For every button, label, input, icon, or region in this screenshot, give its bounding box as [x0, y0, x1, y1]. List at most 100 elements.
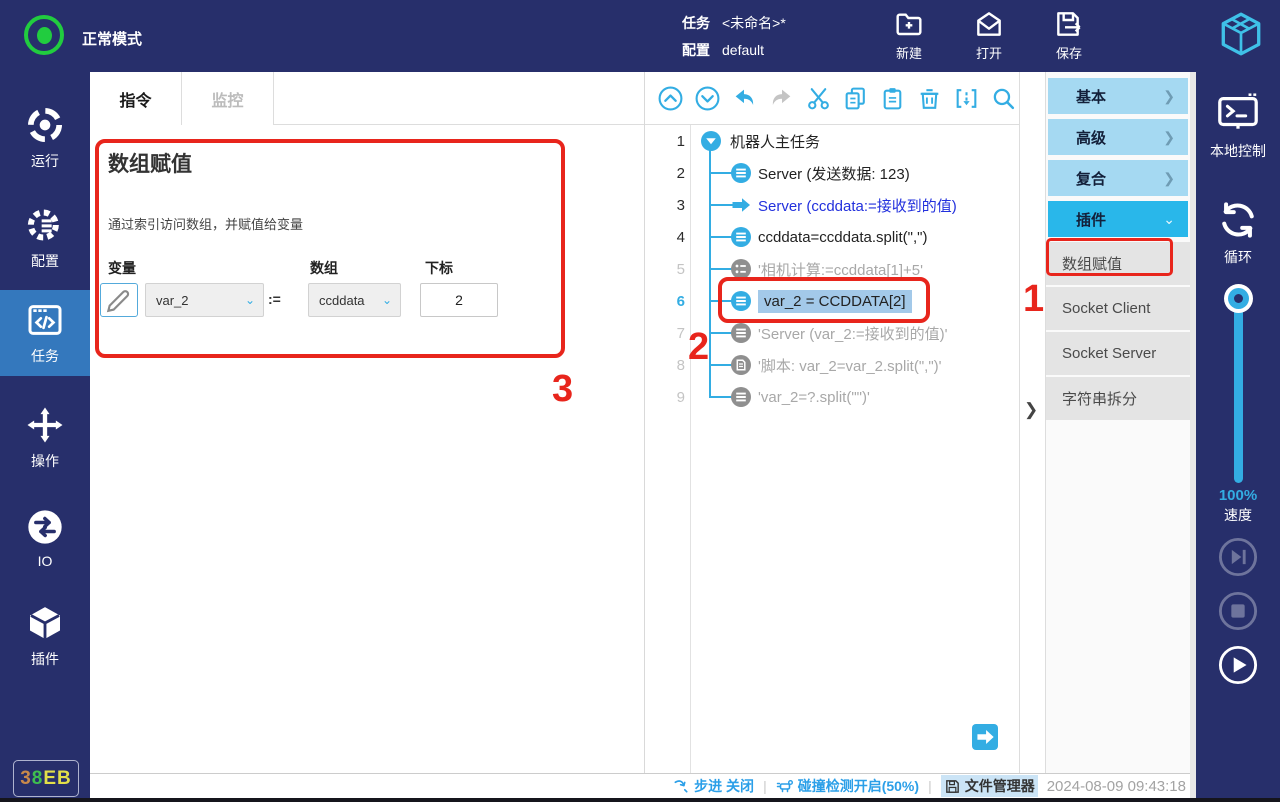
tree-row-1[interactable]: 1机器人主任务: [645, 125, 1020, 157]
category-label: 高级: [1076, 127, 1106, 148]
variable-select[interactable]: var_2 ⌄: [145, 283, 264, 317]
variable-label: 变量: [108, 258, 136, 278]
tree-row-8[interactable]: 8'脚本: var_2=var_2.split(",")': [645, 349, 1020, 381]
sidebar-item-label: IO: [38, 553, 53, 569]
insert-icon[interactable]: [953, 85, 980, 112]
status-bar: 步进 关闭 | 碰撞检测开启(50%) | 文件管理器 2024-08-09 0…: [90, 773, 1190, 798]
line-number: 7: [645, 325, 685, 342]
move-up-icon[interactable]: [657, 85, 684, 112]
mode-label: 正常模式: [82, 28, 142, 49]
assign-symbol: :=: [268, 291, 281, 307]
file-manager-icon: [944, 778, 961, 795]
tree-row-5[interactable]: 5'相机计算:=ccddata[1]+5': [645, 253, 1020, 285]
plugin-item[interactable]: 数组赋值: [1046, 242, 1190, 285]
copy-icon[interactable]: [842, 85, 869, 112]
category-高级[interactable]: 高级❯: [1048, 119, 1188, 155]
plugin-item[interactable]: Socket Client: [1046, 287, 1190, 330]
redo-icon[interactable]: [768, 85, 795, 112]
tree-row-text: Server (ccddata:=接收到的值): [758, 195, 957, 216]
chevron-down-icon: ⌄: [1163, 211, 1175, 228]
delete-icon[interactable]: [916, 85, 943, 112]
panel-description: 通过索引访问数组，并赋值给变量: [108, 214, 303, 233]
tree-row-4[interactable]: 4 ccddata=ccddata.split(","): [645, 221, 1020, 253]
category-复合[interactable]: 复合 ❯: [1048, 160, 1188, 196]
config-value: default: [722, 42, 764, 58]
instruction-panel: 指令 监控 数组赋值 通过索引访问数组，并赋值给变量 变量 数组 下标 var_…: [90, 72, 645, 773]
tab-instruction[interactable]: 指令: [90, 72, 182, 125]
undo-icon[interactable]: [731, 85, 758, 112]
paste-icon[interactable]: [879, 85, 906, 112]
tree-row-text: ccddata=ccddata.split(","): [758, 229, 927, 246]
tab-spacer: [274, 72, 644, 125]
new-task-button[interactable]: 新建: [880, 8, 938, 62]
collision-detect-toggle[interactable]: 碰撞检测开启(50%): [776, 776, 919, 796]
play-button[interactable]: [1218, 645, 1258, 685]
tree-row-7[interactable]: 7'Server (var_2:=接收到的值)': [645, 317, 1020, 349]
category-插件[interactable]: 插件⌄: [1048, 201, 1188, 237]
save-task-button[interactable]: 保存: [1040, 8, 1098, 62]
sidebar-item-operate[interactable]: 操作: [0, 395, 90, 481]
chevron-right-icon: ❯: [1163, 170, 1175, 187]
speed-slider-track[interactable]: [1234, 298, 1243, 483]
local-control-icon[interactable]: [1215, 90, 1261, 136]
calc-node-icon: [730, 258, 752, 280]
lines-node-icon: [730, 162, 752, 184]
action-label: 新建: [896, 43, 922, 62]
program-tree-panel: 1机器人主任务2Server (发送数据: 123) 3 Server (ccdda…: [645, 72, 1020, 773]
script-node-icon: [730, 354, 752, 376]
line-number: 4: [645, 229, 685, 246]
sidebar-item-label: 操作: [31, 451, 59, 471]
plugin-item[interactable]: 字符串拆分: [1046, 377, 1190, 420]
sidebar-item-config[interactable]: 配置: [0, 195, 90, 281]
step-icon: [673, 778, 690, 795]
clock: 2024-08-09 09:43:18: [1047, 778, 1186, 795]
tree-row-9[interactable]: 9'var_2=?.split("")': [645, 381, 1020, 413]
plugin-item-label: Socket Server: [1062, 345, 1156, 362]
io-icon: [25, 507, 65, 547]
move-down-icon[interactable]: [694, 85, 721, 112]
speed-slider-knob[interactable]: [1224, 284, 1253, 313]
cut-icon[interactable]: [805, 85, 832, 112]
command-library-panel: 基本❯高级❯复合❯插件⌄数组赋值Socket ClientSocket Serv…: [1045, 72, 1190, 773]
sidebar-item-plugin[interactable]: 插件: [0, 593, 90, 679]
right-rail: 本地控制 循环 100% 速度: [1190, 72, 1280, 798]
array-select-value: ccddata: [319, 293, 365, 308]
file-manager-button[interactable]: 文件管理器: [941, 775, 1038, 797]
config-label: 配置: [682, 40, 710, 60]
edit-variable-button[interactable]: [100, 283, 138, 317]
plugin-item-label: 字符串拆分: [1062, 388, 1137, 409]
tree-row-3[interactable]: 3 Server (ccddata:=接收到的值): [645, 189, 1020, 221]
panel-collapse-strip: ❯: [1020, 72, 1045, 773]
tree-row-2[interactable]: 2Server (发送数据: 123): [645, 157, 1020, 189]
collapse-chevron-icon[interactable]: ❯: [1024, 400, 1038, 420]
category-基本[interactable]: 基本❯: [1048, 78, 1188, 114]
line-number: 3: [645, 197, 685, 214]
category-label: 复合: [1076, 168, 1106, 189]
stop-button[interactable]: [1218, 591, 1258, 631]
sidebar-item-task[interactable]: 任务: [0, 290, 90, 376]
line-number: 9: [645, 389, 685, 406]
speed-label: 速度: [1196, 505, 1280, 525]
plugin-item[interactable]: Socket Server: [1046, 332, 1190, 375]
sidebar-item-io[interactable]: IO: [0, 495, 90, 581]
sidebar-item-label: 任务: [31, 346, 59, 366]
sidebar-item-run[interactable]: 运行: [0, 95, 90, 181]
top-bar: 正常模式 任务 <未命名>* 配置 default 新建打开保存: [0, 0, 1280, 72]
expand-node-icon: [700, 130, 722, 152]
next-page-button[interactable]: [972, 724, 998, 750]
loop-icon[interactable]: [1216, 198, 1260, 242]
step-mode-toggle[interactable]: 步进 关闭: [673, 776, 754, 796]
line-number: 8: [645, 357, 685, 374]
tab-monitor[interactable]: 监控: [182, 72, 274, 125]
code-badge[interactable]: 38EB: [13, 760, 79, 797]
tree-row-text: '相机计算:=ccddata[1]+5': [758, 259, 923, 280]
chevron-right-icon: ❯: [1163, 88, 1175, 105]
action-label: 打开: [976, 43, 1002, 62]
index-input[interactable]: [420, 283, 498, 317]
open-task-button[interactable]: 打开: [960, 8, 1018, 62]
task-label: 任务: [682, 13, 710, 33]
tree-row-6[interactable]: 6var_2 = CCDDATA[2]: [645, 285, 1020, 317]
search-icon[interactable]: [990, 85, 1017, 112]
array-select[interactable]: ccddata ⌄: [308, 283, 401, 317]
step-forward-button[interactable]: [1218, 537, 1258, 577]
